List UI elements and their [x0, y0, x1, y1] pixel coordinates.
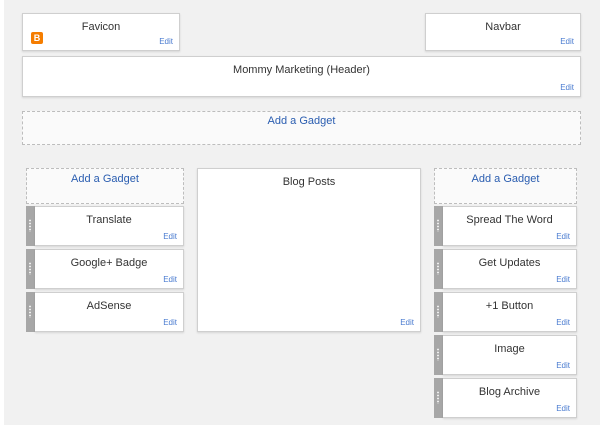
gadget-title: Google+ Badge [70, 257, 148, 269]
gadget-edit-link[interactable]: Edit [556, 361, 570, 370]
grip-dots-icon [29, 262, 31, 275]
navbar-edit-link[interactable]: Edit [560, 37, 574, 46]
sidebar-gadget-get-updates: Get Updates Edit [434, 249, 577, 289]
gadget-edit-link[interactable]: Edit [163, 275, 177, 284]
sidebar-gadget-image: Image Edit [434, 335, 577, 375]
gadget-title: Translate [86, 214, 132, 226]
gadget-title: Navbar [485, 21, 521, 33]
drag-handle[interactable] [434, 249, 443, 289]
grip-dots-icon [437, 305, 439, 318]
gadget-body: Blog Archive Edit [443, 378, 577, 418]
navbar-gadget: Navbar Edit [425, 13, 581, 51]
add-gadget-wide-button[interactable]: Add a Gadget [22, 111, 581, 145]
favicon-gadget: Favicon B Edit [22, 13, 180, 51]
layout-canvas: Favicon B Edit Navbar Edit Mommy Marketi… [4, 0, 600, 425]
gadget-edit-link[interactable]: Edit [556, 232, 570, 241]
grip-dots-icon [437, 262, 439, 275]
add-gadget-left-button[interactable]: Add a Gadget [26, 168, 184, 204]
drag-handle[interactable] [26, 206, 35, 246]
drag-handle[interactable] [434, 206, 443, 246]
gadget-edit-link[interactable]: Edit [163, 318, 177, 327]
sidebar-gadget-spread-the-word: Spread The Word Edit [434, 206, 577, 246]
grip-dots-icon [437, 391, 439, 404]
sidebar-gadget-plus-one-button: +1 Button Edit [434, 292, 577, 332]
sidebar-gadget-adsense: AdSense Edit [26, 292, 184, 332]
favicon-edit-link[interactable]: Edit [159, 37, 173, 46]
blog-posts-edit-link[interactable]: Edit [400, 318, 414, 327]
gadget-edit-link[interactable]: Edit [556, 404, 570, 413]
blog-posts-gadget: Blog Posts Edit [197, 168, 421, 332]
header-gadget: Mommy Marketing (Header) Edit [22, 56, 581, 97]
grip-dots-icon [437, 219, 439, 232]
add-gadget-right-button[interactable]: Add a Gadget [434, 168, 577, 204]
gadget-body: Get Updates Edit [443, 249, 577, 289]
gadget-title: Blog Archive [478, 386, 541, 398]
drag-handle[interactable] [434, 378, 443, 418]
drag-handle[interactable] [26, 292, 35, 332]
gadget-body: Image Edit [443, 335, 577, 375]
gadget-edit-link[interactable]: Edit [556, 318, 570, 327]
gadget-title: Blog Posts [282, 176, 336, 188]
gadget-title: Image [494, 343, 525, 355]
drag-handle[interactable] [26, 249, 35, 289]
gadget-title: +1 Button [485, 300, 534, 312]
grip-dots-icon [29, 219, 31, 232]
sidebar-gadget-blog-archive: Blog Archive Edit [434, 378, 577, 418]
drag-handle[interactable] [434, 335, 443, 375]
gadget-body: AdSense Edit [35, 292, 184, 332]
grip-dots-icon [437, 348, 439, 361]
sidebar-gadget-google-badge: Google+ Badge Edit [26, 249, 184, 289]
gadget-title: Favicon [81, 21, 121, 33]
gadget-body: Spread The Word Edit [443, 206, 577, 246]
gadget-body: Translate Edit [35, 206, 184, 246]
drag-handle[interactable] [434, 292, 443, 332]
gadget-title: AdSense [86, 300, 132, 312]
grip-dots-icon [29, 305, 31, 318]
gadget-title: Get Updates [478, 257, 541, 269]
gadget-body: Google+ Badge Edit [35, 249, 184, 289]
gadget-edit-link[interactable]: Edit [163, 232, 177, 241]
gadget-title: Mommy Marketing (Header) [233, 64, 370, 76]
sidebar-gadget-translate: Translate Edit [26, 206, 184, 246]
blogger-icon: B [31, 32, 43, 44]
gadget-body: +1 Button Edit [443, 292, 577, 332]
gadget-title: Spread The Word [466, 214, 553, 226]
header-edit-link[interactable]: Edit [560, 83, 574, 92]
gadget-edit-link[interactable]: Edit [556, 275, 570, 284]
